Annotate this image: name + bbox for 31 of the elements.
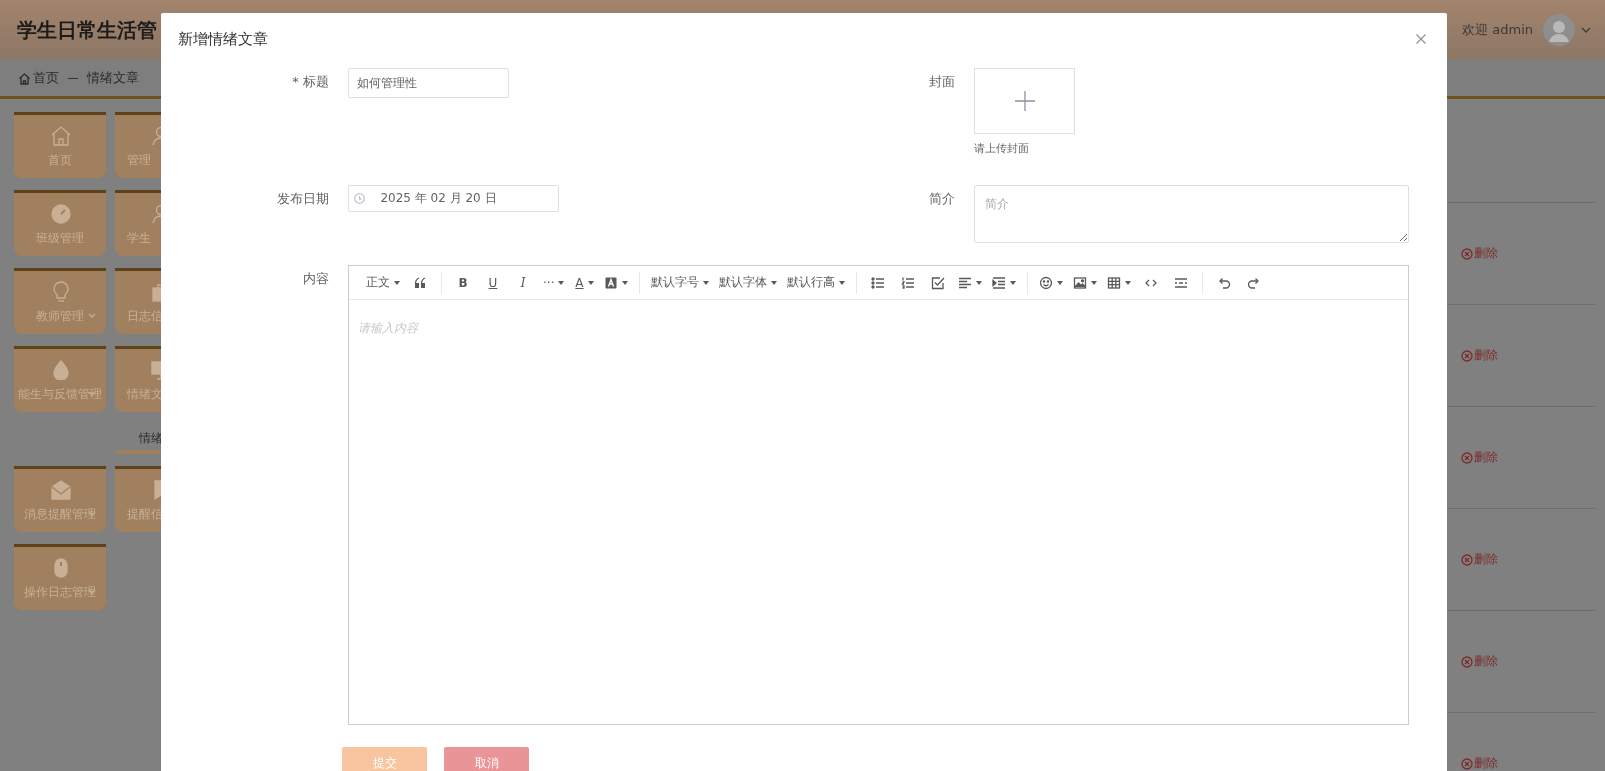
- toolbar-button[interactable]: ···: [538, 269, 570, 296]
- welcome-text: 欢迎 admin: [1462, 21, 1533, 39]
- toolbar-button[interactable]: U: [478, 269, 508, 296]
- field-label: 发布日期: [276, 190, 330, 208]
- delete-link[interactable]: 删除: [1461, 347, 1498, 364]
- delete-link[interactable]: 删除: [1461, 245, 1498, 262]
- title-input[interactable]: 如何管理性: [348, 68, 509, 98]
- breadcrumb-current: 情绪文章: [87, 69, 139, 87]
- field-label: 封面: [928, 73, 956, 91]
- app-title: 学生日常生活管: [17, 16, 157, 44]
- toolbar-button[interactable]: 默认字号: [646, 269, 715, 296]
- field-label: * 标题: [291, 73, 330, 91]
- delete-link[interactable]: 删除: [1461, 653, 1498, 670]
- toolbar-button[interactable]: B: [448, 269, 478, 296]
- delete-link[interactable]: 删除: [1461, 449, 1498, 466]
- dialog-title: 新增情绪文章: [178, 29, 268, 49]
- summary-textarea[interactable]: 简介: [974, 185, 1409, 243]
- toolbar-button[interactable]: 正文: [361, 269, 405, 296]
- toolbar-button[interactable]: A: [569, 269, 600, 296]
- delete-link[interactable]: 删除: [1461, 755, 1498, 771]
- submit-button[interactable]: 提交: [342, 747, 427, 771]
- upload-hint: 请上传封面: [974, 141, 1030, 156]
- field-label: 简介: [928, 190, 956, 208]
- breadcrumb-link[interactable]: 首页: [18, 69, 59, 87]
- toolbar-button[interactable]: 默认行高: [782, 269, 851, 296]
- delete-link[interactable]: 删除: [1461, 551, 1498, 568]
- field-label: 内容: [302, 270, 330, 288]
- date-field[interactable]: 2025 年 02 月 20 日: [348, 185, 559, 212]
- toolbar-button[interactable]: I: [508, 269, 538, 296]
- cancel-button[interactable]: 取消: [444, 747, 529, 771]
- toolbar-button[interactable]: 默认字体: [714, 269, 783, 296]
